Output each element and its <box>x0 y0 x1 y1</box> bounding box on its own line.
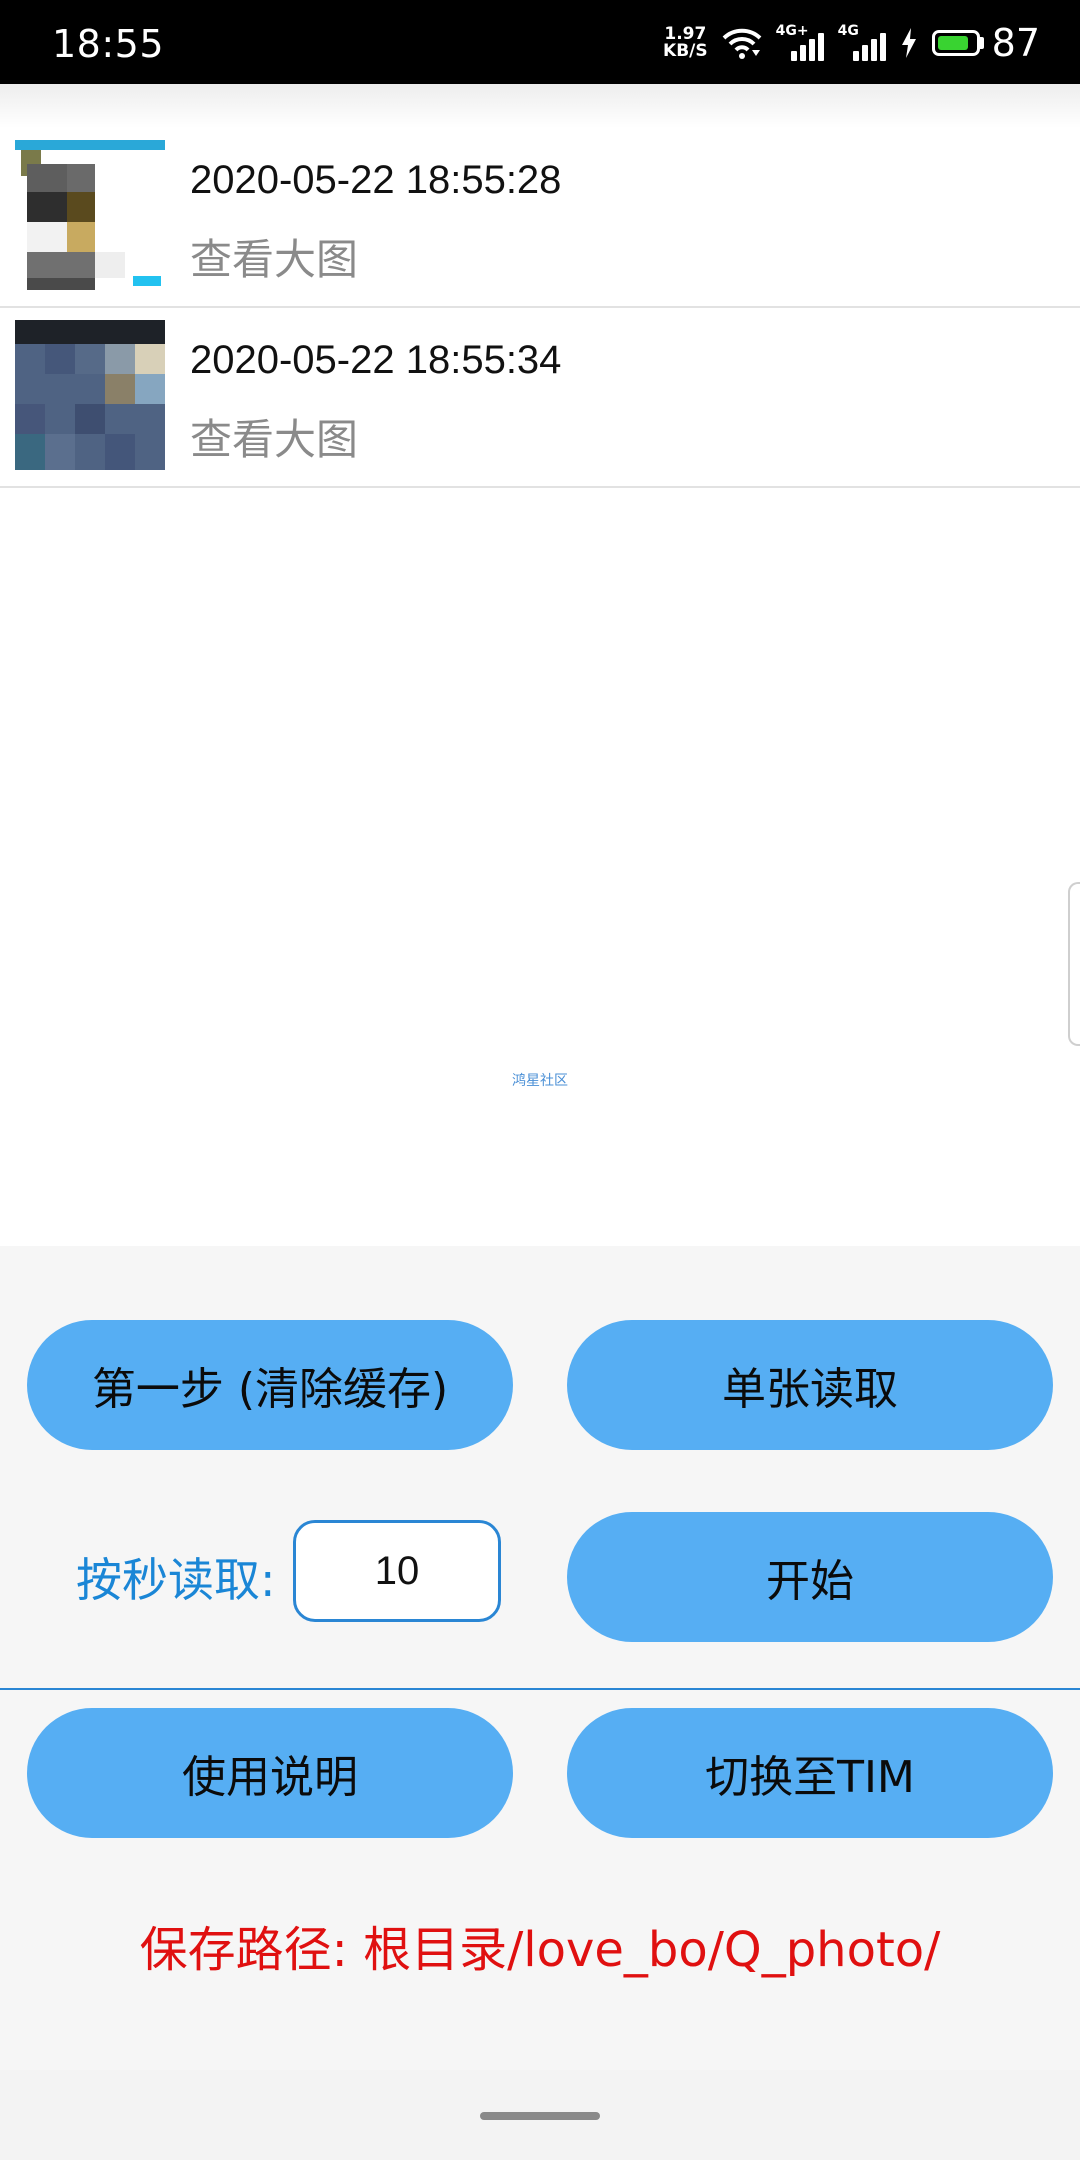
signal-4g-icon: 4G <box>838 23 886 63</box>
wifi-icon <box>722 28 762 59</box>
signal-4g-plus-icon: 4G+ <box>776 23 824 63</box>
side-scroll-handle[interactable] <box>1068 882 1080 1046</box>
watermark-text: 鸿星社区 <box>512 1073 568 1089</box>
seconds-interval-label: 按秒读取: <box>76 1553 276 1607</box>
home-gesture-bar[interactable] <box>480 2112 600 2120</box>
list-item[interactable]: 2020-05-22 18:55:28 查看大图 <box>0 128 1080 308</box>
navigation-bar <box>0 2070 1080 2160</box>
photo-timestamp: 2020-05-22 18:55:34 <box>190 338 562 382</box>
charging-bolt-icon <box>901 28 916 58</box>
photo-timestamp: 2020-05-22 18:55:28 <box>190 158 562 202</box>
network-speed: 1.97 KB/S <box>663 26 708 60</box>
instructions-button[interactable]: 使用说明 <box>27 1708 513 1838</box>
list-item[interactable]: 2020-05-22 18:55:34 查看大图 <box>0 308 1080 488</box>
battery-level: 87 <box>991 21 1040 65</box>
seconds-interval-input[interactable] <box>293 1520 501 1622</box>
status-time: 18:55 <box>52 22 165 66</box>
view-full-image-link[interactable]: 查看大图 <box>190 406 358 467</box>
photo-thumbnail[interactable] <box>15 320 165 470</box>
photo-list[interactable]: 2020-05-22 18:55:28 查看大图 2020-05-22 18:5… <box>0 128 1080 488</box>
section-divider <box>0 1688 1080 1690</box>
clear-cache-button[interactable]: 第一步 (清除缓存) <box>27 1320 513 1450</box>
start-button[interactable]: 开始 <box>567 1512 1053 1642</box>
save-path-text: 保存路径: 根目录/love_bo/Q_photo/ <box>139 1922 941 1978</box>
control-panel: 第一步 (清除缓存) 单张读取 按秒读取: 开始 使用说明 切换至TIM 保存路… <box>0 1246 1080 2160</box>
view-full-image-link[interactable]: 查看大图 <box>190 226 358 287</box>
battery-icon: 87 <box>931 21 1040 65</box>
single-read-button[interactable]: 单张读取 <box>567 1320 1053 1450</box>
list-top-shadow <box>0 84 1080 128</box>
network-speed-unit: KB/S <box>663 41 708 61</box>
status-bar: 18:55 1.97 KB/S 4G+ 4G 87 <box>0 0 1080 84</box>
status-icons: 1.97 KB/S 4G+ 4G 87 <box>663 18 1040 68</box>
switch-to-tim-button[interactable]: 切换至TIM <box>567 1708 1053 1838</box>
photo-thumbnail[interactable] <box>15 140 165 290</box>
